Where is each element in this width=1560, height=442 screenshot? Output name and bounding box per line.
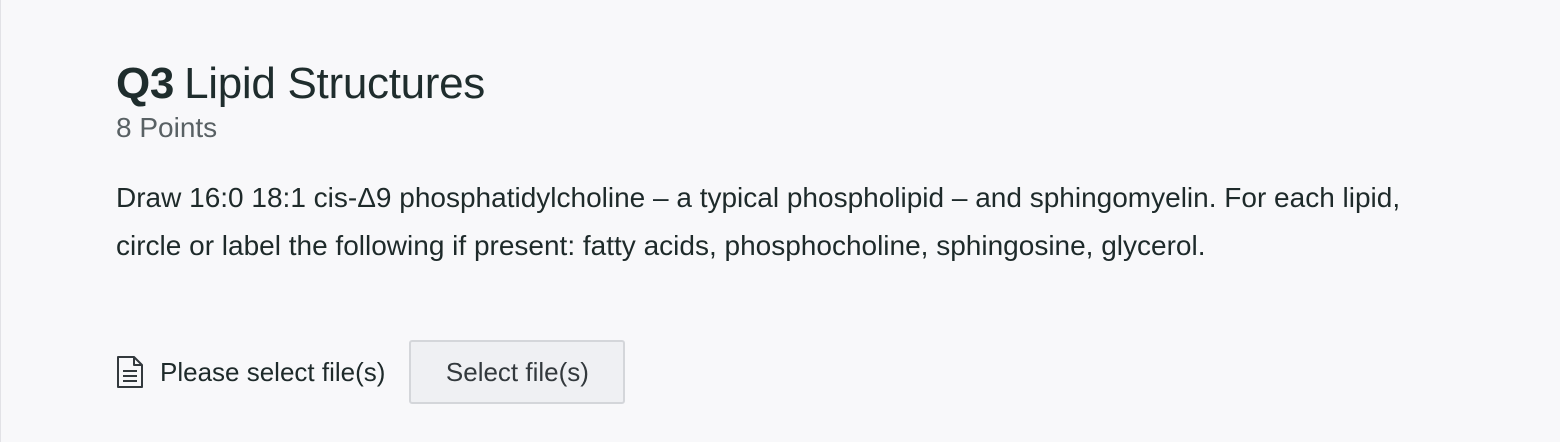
file-upload-row: Please select file(s) Select file(s): [116, 340, 626, 404]
question-prompt: Draw 16:0 18:1 cis-Δ9 phosphatidylcholin…: [116, 182, 1401, 261]
file-document-icon: [116, 355, 144, 389]
file-status-text: Please select file(s): [160, 356, 386, 387]
question-block: Q3 Lipid Structures 8 Points Draw 16:0 18…: [116, 58, 1446, 270]
question-points: 8 Points: [116, 112, 218, 143]
question-number: Q3: [116, 59, 175, 108]
question-title-text: Lipid Structures: [184, 59, 486, 108]
select-files-button[interactable]: Select file(s): [409, 340, 626, 404]
question-panel: Q3 Lipid Structures 8 Points Draw 16:0 18…: [0, 0, 1559, 442]
question-title: Q3 Lipid Structures: [116, 58, 1446, 110]
